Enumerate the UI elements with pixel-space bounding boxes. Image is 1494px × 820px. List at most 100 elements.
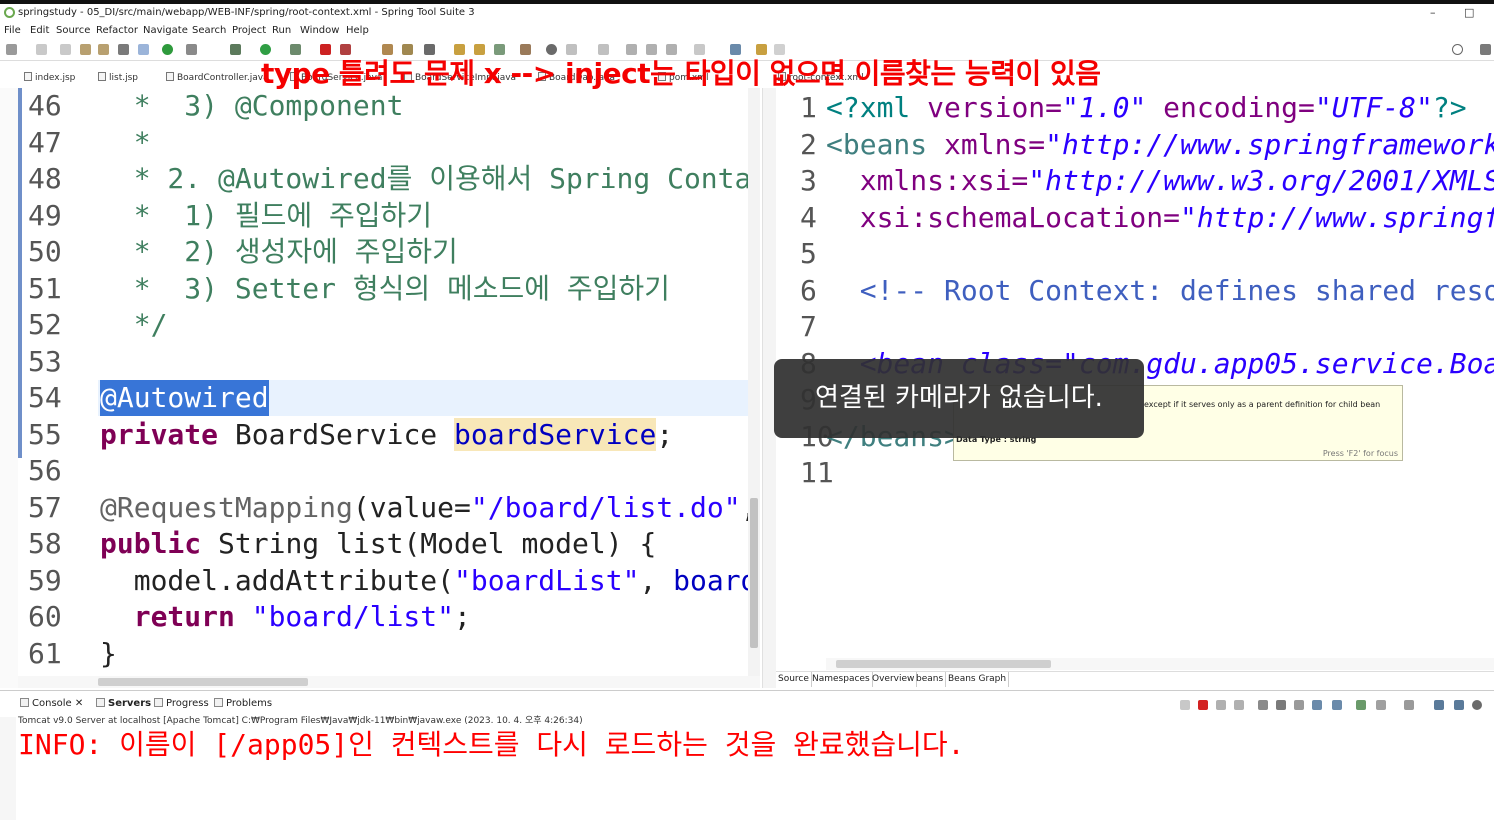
tab-label: list.jsp [109,73,138,83]
minimize-view-icon[interactable] [1434,700,1444,710]
line-number: 60 [28,600,62,633]
word-wrap-icon[interactable] [1276,700,1286,710]
minimize-button[interactable]: – [1430,4,1436,22]
menu-run[interactable]: Run [272,22,291,39]
menu-navigate[interactable]: Navigate [143,22,188,39]
comment-text: * 3) @Component [100,89,404,122]
window-title: springstudy - 05_DI/src/main/webapp/WEB-… [18,7,475,18]
display-console-icon[interactable] [1332,700,1342,710]
left-vertical-scrollbar[interactable] [748,88,760,676]
refresh-icon[interactable] [186,44,197,55]
menu-edit[interactable]: Edit [30,22,49,39]
comment-text: * 1) 필드에 주입하기 [100,198,433,232]
show-on-output-icon[interactable] [1294,700,1304,710]
debug-icon[interactable] [230,44,241,55]
tab-progress[interactable]: Progress [154,698,209,709]
terminate-icon[interactable] [1198,700,1208,710]
pin-console-icon[interactable] [1312,700,1322,710]
console-icon[interactable] [118,44,129,55]
maximize-view-icon[interactable] [1454,700,1464,710]
tab-label: Console [32,698,72,709]
line-number: 48 [28,162,62,195]
tab-beans[interactable]: beans [914,672,947,687]
xml-attr: encoding= [1146,91,1315,124]
menu-file[interactable]: File [4,22,21,39]
settings-gear-icon[interactable] [1472,700,1482,710]
new-icon[interactable] [6,44,17,55]
tab-overview[interactable]: Overview [870,672,918,687]
menu-source[interactable]: Source [56,22,90,39]
tab-label: Problems [226,698,273,709]
comment-text: * 2) 생성자에 주입하기 [100,235,458,268]
jsp-file-icon [98,72,106,81]
tab-source[interactable]: Source [776,672,812,687]
save-icon[interactable] [36,44,47,55]
scroll-thumb[interactable] [98,678,308,686]
tab-beans-graph[interactable]: Beans Graph [946,672,1010,687]
line-number: 49 [28,198,62,232]
line-number: 1 [800,91,817,124]
scroll-thumb[interactable] [836,660,1051,668]
remove-launch-icon[interactable] [1180,700,1190,710]
print-icon[interactable] [80,44,91,55]
line-number: 3 [800,164,817,197]
tab-index-jsp[interactable]: index.jsp [24,72,75,83]
line-number: 56 [28,454,62,487]
xml-attr: xmlns= [944,127,1046,161]
sts-app-icon [4,7,15,18]
line-number: 57 [28,490,62,524]
menu-refactor[interactable]: Refactor [96,22,138,39]
close-icon[interactable]: ✕ [75,698,83,709]
remove-all-icon[interactable] [1216,700,1226,710]
perspective-icon[interactable] [1480,44,1491,55]
clear-console-icon[interactable] [1234,700,1244,710]
type-name: BoardService [218,417,455,451]
string-literal: "boardList" [454,563,640,597]
console-icon [20,698,29,707]
annotation: @RequestMapping [100,490,353,524]
line-number: 7 [800,310,817,343]
save-all-icon[interactable] [60,44,71,55]
code-text: String list(Model model) { [201,527,657,560]
console-output: INFO: 이름이 [/app05]인 컨텍스트를 다시 로드하는 것을 완료했… [18,728,965,761]
line-number: 4 [800,200,817,234]
tab-list-jsp[interactable]: list.jsp [98,72,138,83]
window-titlebar: springstudy - 05_DI/src/main/webapp/WEB-… [0,4,1494,22]
string-literal: "board/list" [251,600,455,633]
menu-help[interactable]: Help [346,22,369,39]
right-horizontal-scrollbar[interactable] [826,658,1494,670]
jsp-file-icon [24,72,32,81]
tab-console[interactable]: Console ✕ [20,698,83,709]
java-file-icon [166,72,174,81]
scroll-lock-icon[interactable] [1258,700,1268,710]
menu-search[interactable]: Search [192,22,226,39]
selected-annotation[interactable]: @Autowired [100,380,269,416]
java-editor[interactable]: 46 * 3) @Component 47 * 48 * 2. @Autowir… [18,88,760,676]
tab-namespaces[interactable]: Namespaces [810,672,873,687]
tab-label: Servers [108,698,152,709]
search-icon[interactable] [1452,44,1463,55]
open-console-icon[interactable] [1356,700,1366,710]
menu-project[interactable]: Project [232,22,266,39]
menu-window[interactable]: Window [300,22,339,39]
servers-icon [96,698,105,707]
string-literal: "/board/list.do" [470,490,741,524]
comment-text: * [100,125,151,159]
tab-servers[interactable]: Servers [96,698,151,709]
open-type-icon[interactable] [98,44,109,55]
semicolon: ; [454,600,471,633]
xml-tag: <beans [826,127,945,161]
view-menu-icon[interactable] [1404,700,1414,710]
new-console-icon[interactable] [1376,700,1386,710]
problems-icon [214,698,223,707]
scroll-thumb[interactable] [750,498,758,648]
maximize-button[interactable]: □ [1464,4,1474,22]
xml-value: "http://www.w3.org/2001/XMLSch [1028,164,1494,197]
tab-problems[interactable]: Problems [214,698,272,709]
left-horizontal-scrollbar[interactable] [18,676,760,688]
toggle-mark-icon[interactable] [138,44,149,55]
console-description: Tomcat v9.0 Server at localhost [Apache … [18,716,583,726]
code-text: (value= [352,490,471,524]
spring-boot-icon[interactable] [162,44,173,55]
tab-board-controller[interactable]: BoardController.java [166,72,269,83]
